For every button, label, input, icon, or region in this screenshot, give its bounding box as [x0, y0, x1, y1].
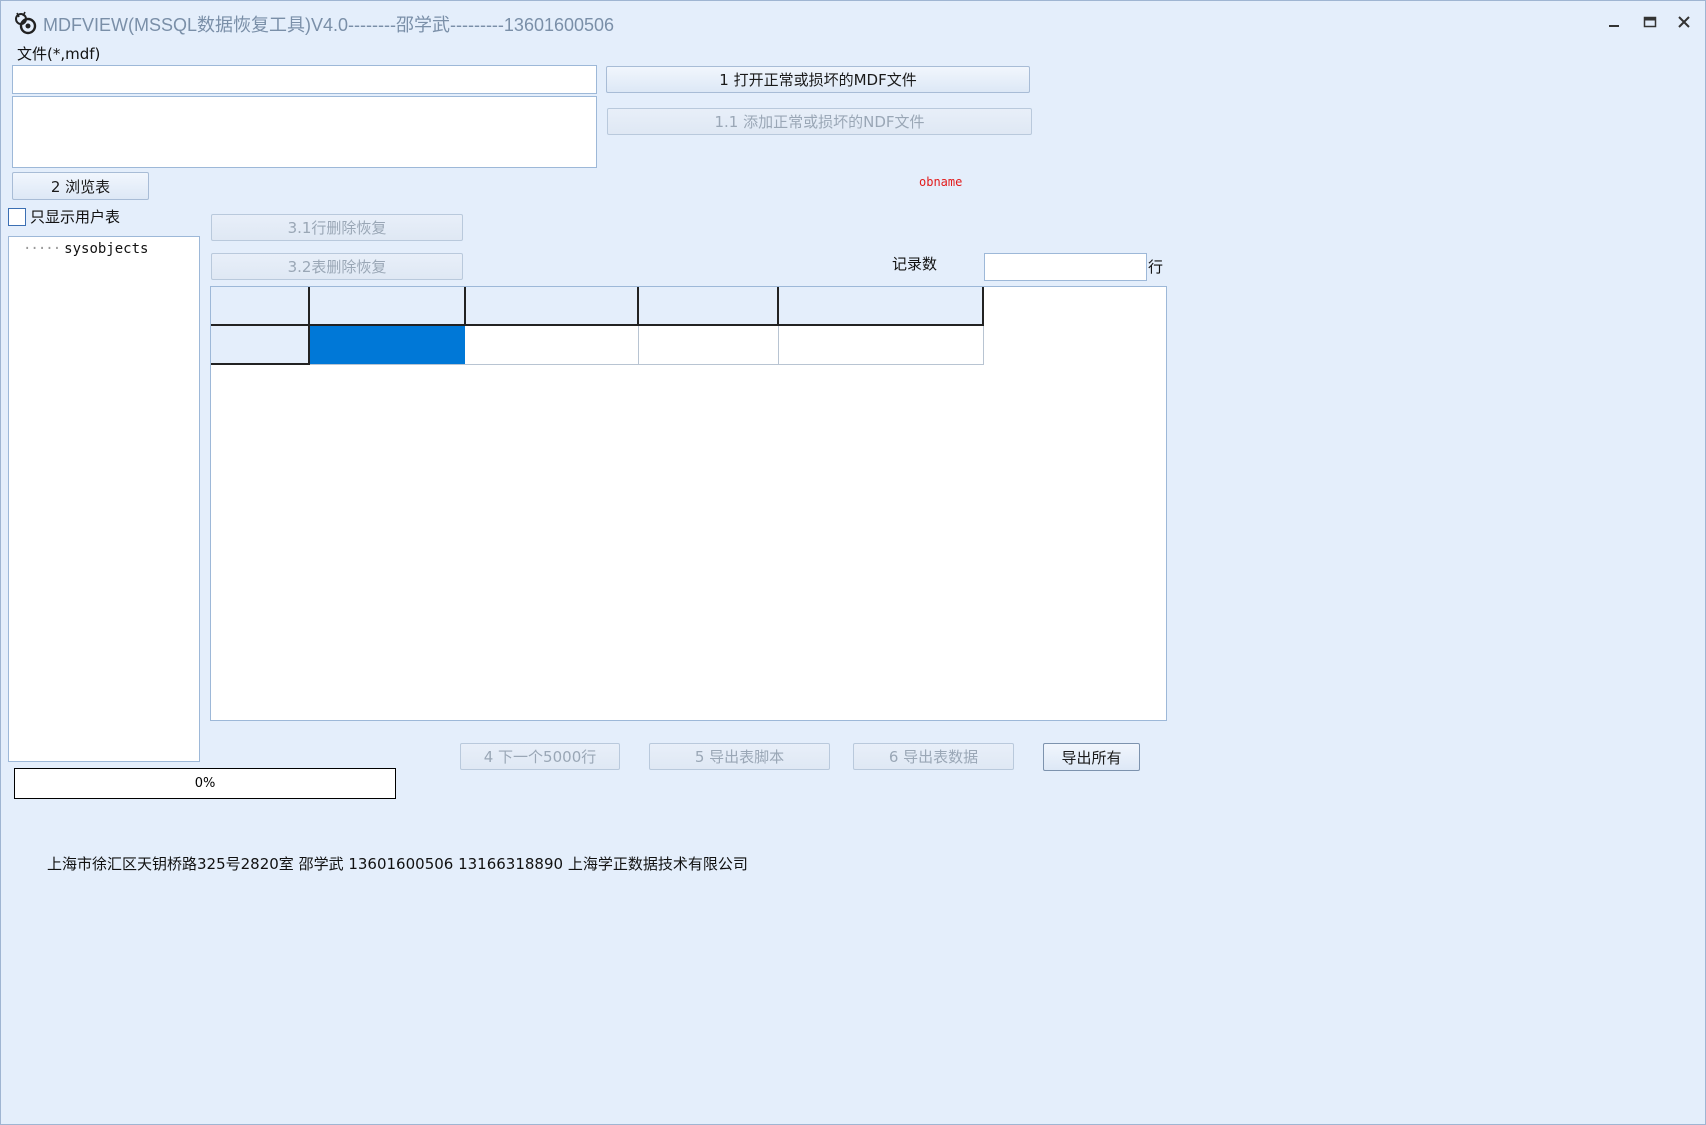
data-grid[interactable]: [210, 286, 1167, 721]
row-delete-recover-button[interactable]: 3.1行删除恢复: [211, 214, 463, 241]
app-icon: [13, 11, 39, 37]
minimize-button[interactable]: [1599, 11, 1629, 33]
grid-column-header[interactable]: [465, 287, 639, 326]
grid-column-header[interactable]: [309, 287, 466, 326]
file-label: 文件(*,mdf): [17, 45, 101, 63]
grid-row-header[interactable]: [211, 325, 310, 365]
grid-cell[interactable]: [465, 325, 639, 365]
grid-column-header[interactable]: [638, 287, 779, 326]
record-count-input[interactable]: [984, 253, 1147, 281]
user-tables-only-label[interactable]: 只显示用户表: [30, 206, 120, 227]
record-count-label: 记录数: [892, 255, 938, 273]
next-5000-rows-button[interactable]: 4 下一个5000行: [460, 743, 620, 770]
grid-corner-header[interactable]: [211, 287, 310, 326]
table-row[interactable]: [211, 325, 984, 365]
record-count-suffix: 行: [1148, 258, 1164, 276]
file-list-box[interactable]: [12, 96, 597, 168]
export-table-data-button[interactable]: 6 导出表数据: [853, 743, 1014, 770]
progress-text: 0%: [194, 776, 216, 791]
tree-connector: ·····: [23, 241, 61, 257]
close-icon: [1678, 16, 1690, 28]
add-ndf-button[interactable]: 1.1 添加正常或损坏的NDF文件: [607, 108, 1032, 135]
table-tree[interactable]: ····· sysobjects: [8, 236, 200, 762]
export-all-button[interactable]: 导出所有: [1043, 743, 1140, 771]
maximize-button[interactable]: [1635, 11, 1665, 33]
open-mdf-button[interactable]: 1 打开正常或损坏的MDF文件: [606, 66, 1030, 93]
grid-cell[interactable]: [638, 325, 779, 365]
minimize-icon: [1609, 25, 1619, 27]
title-bar[interactable]: MDFVIEW(MSSQL数据恢复工具)V4.0--------邵学武-----…: [1, 1, 1705, 43]
main-window: MDFVIEW(MSSQL数据恢复工具)V4.0--------邵学武-----…: [0, 0, 1706, 1125]
objname-label: obname: [919, 175, 963, 189]
tree-item-label: sysobjects: [64, 241, 149, 257]
maximize-icon: [1643, 16, 1657, 28]
tree-item[interactable]: ····· sysobjects: [23, 241, 148, 257]
window-title: MDFVIEW(MSSQL数据恢复工具)V4.0--------邵学武-----…: [43, 15, 615, 35]
progress-bar: 0%: [14, 768, 396, 799]
file-path-input[interactable]: [12, 65, 597, 94]
grid-cell-selected[interactable]: [309, 325, 466, 365]
export-table-script-button[interactable]: 5 导出表脚本: [649, 743, 830, 770]
user-tables-only-checkbox[interactable]: [8, 208, 26, 226]
footer-contact-info: 上海市徐汇区天钥桥路325号2820室 邵学武 13601600506 1316…: [47, 855, 748, 873]
data-grid-table: [211, 287, 984, 365]
grid-column-header[interactable]: [778, 287, 984, 326]
grid-cell[interactable]: [778, 325, 984, 365]
grid-header-row: [211, 287, 984, 326]
browse-tables-button[interactable]: 2 浏览表: [12, 172, 149, 200]
table-delete-recover-button[interactable]: 3.2表删除恢复: [211, 253, 463, 280]
close-button[interactable]: [1669, 11, 1699, 33]
